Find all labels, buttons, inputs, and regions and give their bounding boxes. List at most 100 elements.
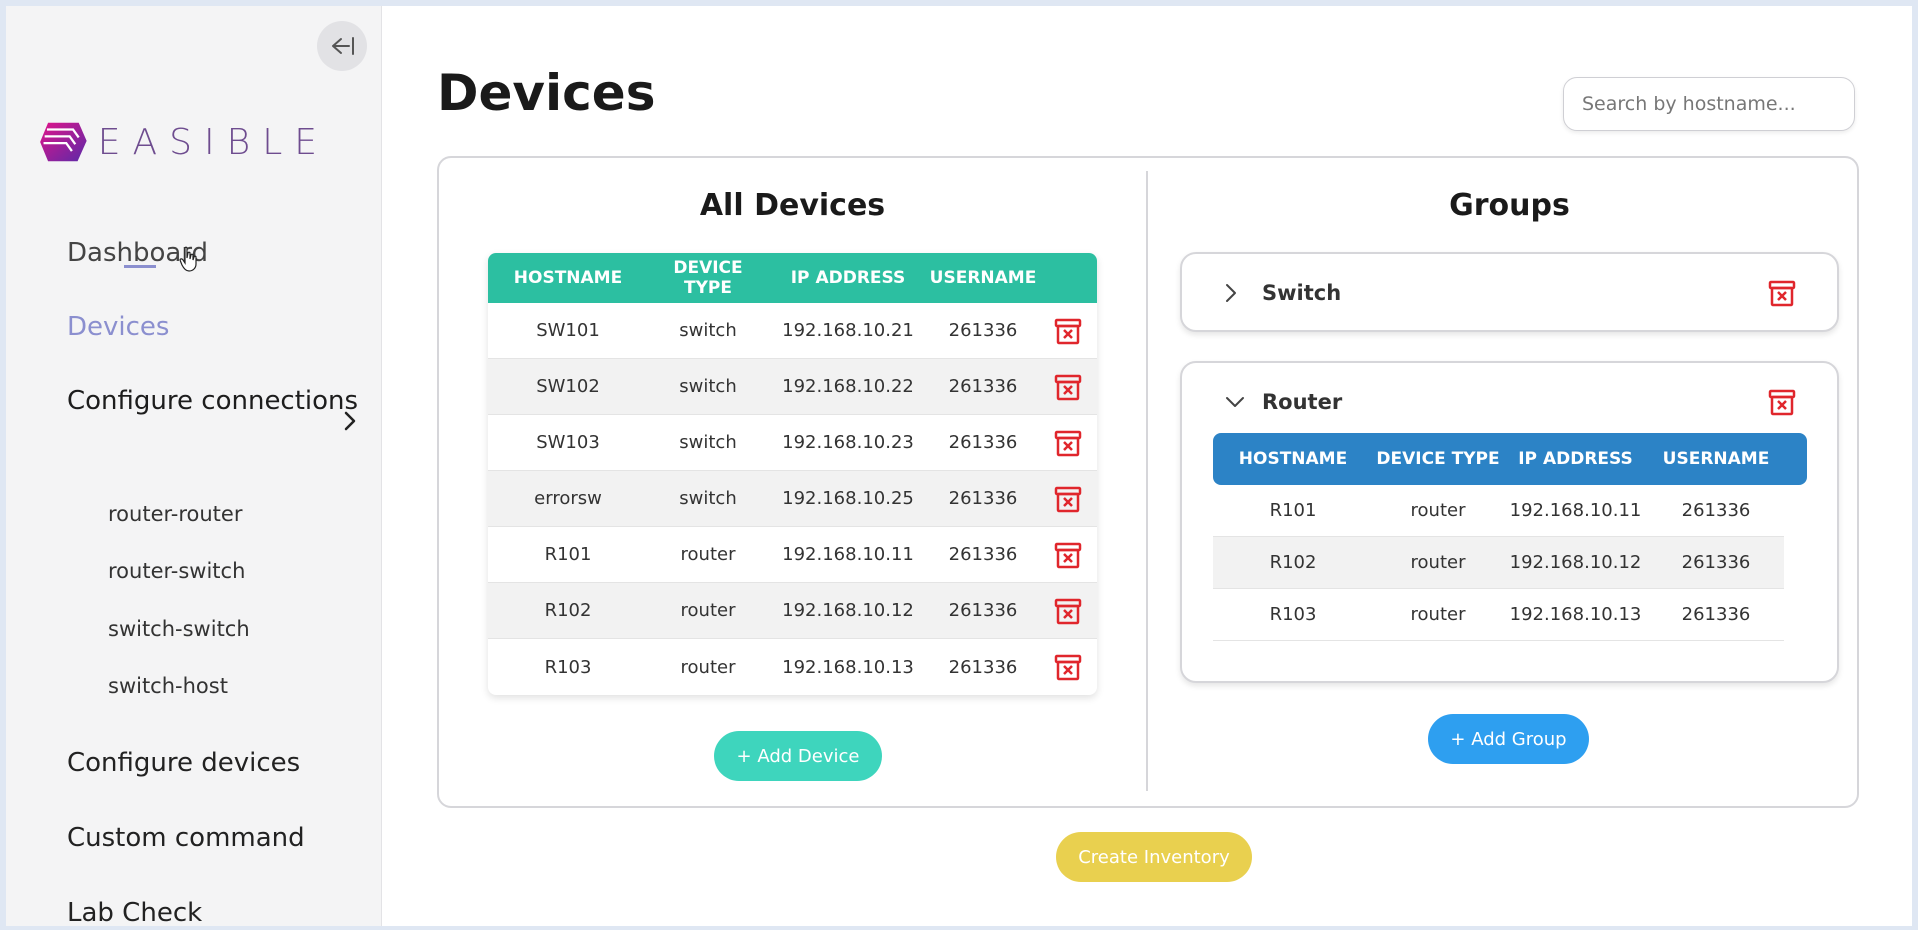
column-header[interactable]: IP ADDRESS [768,268,928,288]
group-switch: Switch [1180,252,1839,332]
ip-address-cell: 192.168.10.12 [1509,552,1642,573]
hostname-cell: SW103 [536,432,600,453]
nav-sub-switch-switch[interactable]: switch-switch [108,617,250,641]
brand-name: EASIBLE [97,121,329,163]
hostname-cell: R102 [1269,552,1317,573]
device-type-cell: router [1410,552,1466,573]
table-header: HOSTNAME DEVICE TYPE IP ADDRESS USERNAME [488,253,1097,303]
table-row[interactable]: R102 router 192.168.10.12 261336 [1213,537,1784,589]
hostname-cell: SW102 [536,376,600,397]
nav-sub-switch-host[interactable]: switch-host [108,674,228,698]
nav-configure-connections[interactable]: Configure connections [67,382,367,420]
nav-lab-check[interactable]: Lab Check [67,898,202,926]
ip-address-cell: 192.168.10.25 [782,488,914,509]
table-row[interactable]: R102 router 192.168.10.12 261336 [488,583,1097,639]
device-type-cell: switch [679,320,737,341]
group-router: Router HOSTNAME DEVICE TYPE IP ADDRESS U… [1180,361,1839,683]
username-cell: 261336 [948,488,1018,509]
delete-icon[interactable] [1053,484,1083,514]
groups-title: Groups [1449,188,1570,223]
hostname-cell: R103 [1269,604,1317,625]
chevron-right-icon[interactable] [342,409,358,433]
sidebar: EASIBLE Dashboard Devices Configure conn… [6,6,382,926]
add-group-button[interactable]: + Add Group [1428,714,1589,764]
username-cell: 261336 [948,320,1018,341]
collapse-arrow-icon [332,37,354,55]
ip-address-cell: 192.168.10.23 [782,432,914,453]
collapse-sidebar-button[interactable] [317,21,367,71]
nav-configure-devices[interactable]: Configure devices [67,748,300,778]
group-name: Switch [1262,281,1342,305]
chevron-right-icon[interactable] [1224,282,1238,304]
nav-sub-router-switch[interactable]: router-switch [108,559,245,583]
nav-custom-command[interactable]: Custom command [67,823,305,853]
router-group-table: HOSTNAME DEVICE TYPE IP ADDRESS USERNAME… [1213,433,1807,641]
column-header[interactable]: HOSTNAME [488,268,648,288]
delete-icon[interactable] [1053,596,1083,626]
column-header[interactable]: USERNAME [928,268,1038,288]
username-cell: 261336 [948,600,1018,621]
all-devices-title: All Devices [699,188,886,223]
ip-address-cell: 192.168.10.13 [1509,604,1642,625]
table-row[interactable]: R103 router 192.168.10.13 261336 [1213,589,1784,641]
delete-icon[interactable] [1053,316,1083,346]
username-cell: 261336 [948,656,1018,678]
all-devices-table: HOSTNAME DEVICE TYPE IP ADDRESS USERNAME… [488,253,1097,695]
delete-icon[interactable] [1053,372,1083,402]
ip-address-cell: 192.168.10.21 [782,320,914,341]
create-inventory-button[interactable]: Create Inventory [1056,832,1252,882]
page-title: Devices [437,64,656,122]
table-row[interactable]: R101 router 192.168.10.11 261336 [1213,485,1784,537]
nav-devices[interactable]: Devices [67,312,169,342]
column-header[interactable]: DEVICE TYPE [648,258,768,298]
nav-sub-router-router[interactable]: router-router [108,502,242,526]
device-type-cell: router [680,656,736,678]
column-header[interactable]: HOSTNAME [1213,449,1373,469]
username-cell: 261336 [948,432,1018,453]
column-header[interactable]: USERNAME [1648,449,1784,469]
chevron-down-icon[interactable] [1224,395,1246,409]
table-row[interactable]: SW103 switch 192.168.10.23 261336 [488,415,1097,471]
delete-icon[interactable] [1053,540,1083,570]
username-cell: 261336 [948,544,1018,565]
hostname-cell: R101 [544,544,592,565]
group-name: Router [1262,390,1343,414]
device-type-cell: router [680,544,736,565]
delete-group-icon[interactable] [1767,278,1797,308]
table-row[interactable]: SW101 switch 192.168.10.21 261336 [488,303,1097,359]
search-input[interactable] [1563,77,1855,131]
card-divider [1146,171,1148,791]
hostname-cell: SW101 [536,320,600,341]
group-header-switch[interactable]: Switch [1182,254,1837,334]
column-header[interactable]: DEVICE TYPE [1373,449,1503,469]
username-cell: 261336 [1681,604,1751,625]
username-cell: 261336 [1681,552,1751,573]
table-header: HOSTNAME DEVICE TYPE IP ADDRESS USERNAME [1213,433,1807,485]
table-row[interactable]: R103 router 192.168.10.13 261336 [488,639,1097,695]
ip-address-cell: 192.168.10.13 [782,656,914,678]
table-row[interactable]: SW102 switch 192.168.10.22 261336 [488,359,1097,415]
ip-address-cell: 192.168.10.11 [1509,500,1642,521]
hostname-cell: errorsw [534,488,602,509]
column-header[interactable]: IP ADDRESS [1503,449,1648,469]
table-row[interactable]: errorsw switch 192.168.10.25 261336 [488,471,1097,527]
delete-icon[interactable] [1053,652,1083,682]
brand-logo[interactable]: EASIBLE [39,97,329,187]
delete-group-icon[interactable] [1767,387,1797,417]
hand-cursor-icon [179,246,197,272]
ip-address-cell: 192.168.10.11 [782,544,914,565]
username-cell: 261336 [1681,500,1751,521]
hostname-cell: R103 [544,656,592,678]
group-header-router[interactable]: Router [1182,363,1837,443]
logo-mark-icon [40,122,87,162]
table-row[interactable]: R101 router 192.168.10.11 261336 [488,527,1097,583]
ip-address-cell: 192.168.10.22 [782,376,914,397]
delete-icon[interactable] [1053,428,1083,458]
ip-address-cell: 192.168.10.12 [782,600,914,621]
hostname-cell: R102 [544,600,592,621]
device-type-cell: router [1410,604,1466,625]
device-type-cell: router [680,600,736,621]
add-device-button[interactable]: + Add Device [714,731,882,781]
device-type-cell: switch [679,432,737,453]
hostname-cell: R101 [1269,500,1317,521]
